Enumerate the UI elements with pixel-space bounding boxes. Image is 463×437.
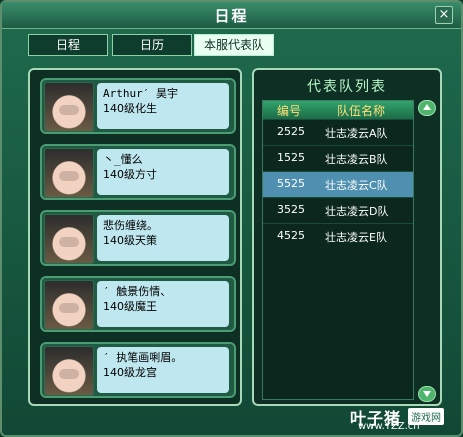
member-level: 140级龙宫	[103, 366, 157, 379]
member-name: 悲伤缠绕。	[103, 219, 158, 232]
tab-schedule[interactable]: 日程	[28, 34, 108, 56]
table-row[interactable]: 3525 壮志凌云D队	[263, 197, 413, 223]
member-card[interactable]: ′ 触景伤情、 140级魔王	[40, 276, 236, 332]
cell-id: 4525	[277, 229, 305, 242]
tab-calendar[interactable]: 日历	[112, 34, 192, 56]
table-row[interactable]: 1525 壮志凌云B队	[263, 145, 413, 171]
watermark-url: www.YZZ.cn	[358, 421, 420, 432]
team-list-panel: 代表队列表 编号 队伍名称 2525 壮志凌云A队 1525 壮志凌云B队 55…	[252, 68, 442, 406]
member-name: Arthur′ 昊宇	[103, 87, 178, 100]
cell-name: 壮志凌云A队	[325, 127, 388, 140]
cell-id: 1525	[277, 151, 305, 164]
window-titlebar: 日程 ×	[2, 2, 461, 29]
scroll-down-icon[interactable]	[418, 386, 436, 402]
avatar	[44, 82, 94, 132]
avatar	[44, 346, 94, 396]
scroll-up-icon[interactable]	[418, 100, 436, 116]
cell-id: 2525	[277, 125, 305, 138]
table-row[interactable]: 2525 壮志凌云A队	[263, 119, 413, 145]
member-name: ′ 执笔画唎眉。	[103, 351, 183, 364]
member-card[interactable]: 丶_懂么 140级方寸	[40, 144, 236, 200]
cell-name: 壮志凌云C队	[325, 179, 388, 192]
avatar	[44, 280, 94, 330]
table-header: 编号 队伍名称	[263, 101, 413, 119]
team-list-scrollbar[interactable]	[418, 100, 436, 402]
member-card[interactable]: 悲伤缠绕。 140级天策	[40, 210, 236, 266]
tab-server-team[interactable]: 本服代表队	[194, 34, 274, 56]
member-info: 丶_懂么 140级方寸	[97, 149, 229, 195]
cell-name: 壮志凌云E队	[325, 231, 387, 244]
cell-id: 3525	[277, 203, 305, 216]
avatar	[44, 148, 94, 198]
cell-name: 壮志凌云B队	[325, 153, 388, 166]
close-icon[interactable]: ×	[435, 6, 453, 24]
member-level: 140级魔王	[103, 300, 157, 313]
team-table: 编号 队伍名称 2525 壮志凌云A队 1525 壮志凌云B队 5525 壮志凌…	[262, 100, 414, 400]
window-title: 日程	[214, 7, 249, 25]
member-info: Arthur′ 昊宇 140级化生	[97, 83, 229, 129]
member-name: 丶_懂么	[103, 153, 143, 166]
table-row[interactable]: 5525 壮志凌云C队	[263, 171, 413, 197]
avatar	[44, 214, 94, 264]
header-id: 编号	[277, 104, 302, 118]
member-card[interactable]: ′ 执笔画唎眉。 140级龙宫	[40, 342, 236, 398]
member-info: 悲伤缠绕。 140级天策	[97, 215, 229, 261]
member-card[interactable]: Arthur′ 昊宇 140级化生	[40, 78, 236, 134]
schedule-window: 日程 × 日程 日历 本服代表队 Arthur′ 昊宇 140级化生 丶_懂么 …	[0, 0, 463, 437]
team-members-panel: Arthur′ 昊宇 140级化生 丶_懂么 140级方寸 悲伤缠绕。 140级…	[28, 68, 242, 406]
member-level: 140级方寸	[103, 168, 157, 181]
member-info: ′ 触景伤情、 140级魔王	[97, 281, 229, 327]
team-list-title: 代表队列表	[307, 79, 387, 95]
watermark: 叶子猪 游戏网 www.YZZ.cn	[350, 405, 455, 432]
header-name: 队伍名称	[337, 104, 386, 118]
member-name: ′ 触景伤情、	[103, 285, 172, 298]
member-level: 140级化生	[103, 102, 157, 115]
member-info: ′ 执笔画唎眉。 140级龙宫	[97, 347, 229, 393]
cell-id: 5525	[277, 177, 305, 190]
cell-name: 壮志凌云D队	[325, 205, 389, 218]
table-row[interactable]: 4525 壮志凌云E队	[263, 223, 413, 249]
member-level: 140级天策	[103, 234, 157, 247]
